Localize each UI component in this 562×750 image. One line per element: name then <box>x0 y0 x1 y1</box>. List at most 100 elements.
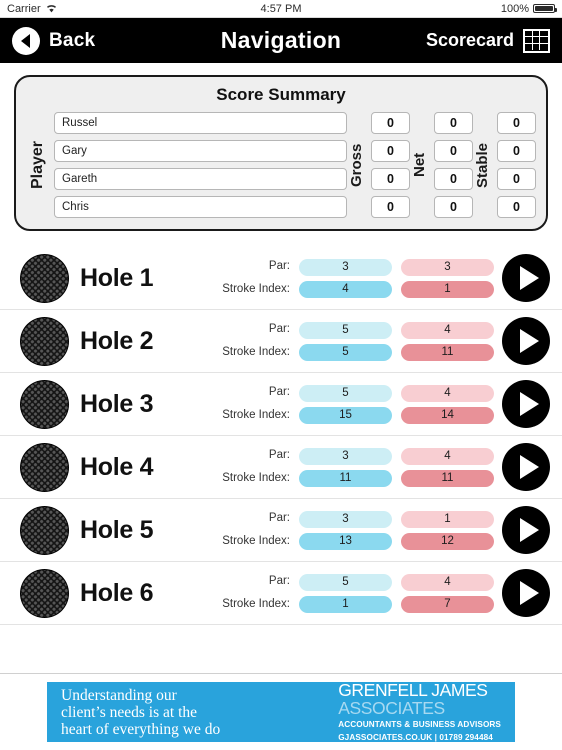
stroke-index-label: Stroke Index: <box>222 346 290 358</box>
net-score-box[interactable]: 0 <box>434 112 473 134</box>
red-par-pill: 4 <box>401 573 494 591</box>
ad-brand-line2: ASSOCIATES <box>338 698 445 718</box>
net-score-box[interactable]: 0 <box>434 168 473 190</box>
hole-name-label: Hole 3 <box>80 389 154 418</box>
grid-icon <box>523 28 550 53</box>
hole-row[interactable]: Hole 3 Par: Stroke Index: 5 15 4 14 <box>0 373 562 436</box>
ad-copy: Understanding our client’s needs is at t… <box>61 687 220 738</box>
hole-row[interactable]: Hole 2 Par: Stroke Index: 5 5 4 11 <box>0 310 562 373</box>
golf-ball-icon <box>20 442 69 492</box>
hole-name-label: Hole 5 <box>80 515 154 544</box>
hole-row[interactable]: Hole 5 Par: Stroke Index: 3 13 1 12 <box>0 499 562 562</box>
stable-score-box[interactable]: 0 <box>497 196 536 218</box>
blue-tee-column: 51 <box>299 573 392 613</box>
status-bar-left: Carrier <box>7 3 57 15</box>
carrier-label: Carrier <box>7 2 41 15</box>
red-stroke-index-pill: 11 <box>401 343 494 361</box>
holes-list: Hole 1 Par: Stroke Index: 3 4 3 1 Hole 2 Par: Str… <box>0 247 562 625</box>
blue-par-pill: 3 <box>299 510 392 528</box>
hole-stat-labels: Par: Stroke Index: <box>222 510 290 550</box>
stable-column-label: Stable <box>474 142 491 188</box>
par-label: Par: <box>268 512 290 524</box>
blue-stroke-index-pill: 11 <box>299 469 392 487</box>
play-arrow-icon[interactable] <box>502 317 550 365</box>
net-column-label: Net <box>411 152 428 178</box>
advertisement-banner[interactable]: Understanding our client’s needs is at t… <box>47 680 515 742</box>
stroke-index-label: Stroke Index: <box>222 598 290 610</box>
hole-stats: Par: Stroke Index: 5 15 4 14 <box>222 384 494 424</box>
stable-score-box[interactable]: 0 <box>497 168 536 190</box>
hole-name-label: Hole 6 <box>80 578 154 607</box>
blue-stroke-index-pill: 13 <box>299 532 392 550</box>
par-label: Par: <box>268 575 290 587</box>
red-stroke-index-pill: 11 <box>401 469 494 487</box>
red-par-pill: 4 <box>401 384 494 402</box>
back-button[interactable]: Back <box>12 26 96 55</box>
par-label: Par: <box>268 260 290 272</box>
par-label: Par: <box>268 386 290 398</box>
hole-row[interactable]: Hole 6 Par: Stroke Index: 5 1 4 7 <box>0 562 562 625</box>
ad-subtitle-line1: ACCOUNTANTS & BUSINESS ADVISORS <box>338 720 501 729</box>
net-score-box[interactable]: 0 <box>434 140 473 162</box>
status-bar: Carrier 4:57 PM 100% <box>0 0 562 18</box>
golf-ball-icon <box>20 253 69 303</box>
hole-name-label: Hole 1 <box>80 263 154 292</box>
blue-stroke-index-pill: 1 <box>299 595 392 613</box>
golf-ball-icon <box>20 505 69 555</box>
hole-name-label: Hole 2 <box>80 326 154 355</box>
player-name-input[interactable]: Chris <box>54 196 347 218</box>
ad-brand-line1: GRENFELL JAMES <box>338 680 488 700</box>
gross-score-box[interactable]: 0 <box>371 168 410 190</box>
player-name-input[interactable]: Gary <box>54 140 347 162</box>
stable-score-box[interactable]: 0 <box>497 112 536 134</box>
player-name-input[interactable]: Russel <box>54 112 347 134</box>
red-tee-column: 4 11 <box>401 447 494 487</box>
blue-tee-column: 5 15 <box>299 384 392 424</box>
stroke-index-label: Stroke Index: <box>222 283 290 295</box>
blue-par-pill: 3 <box>299 447 392 465</box>
hole-row[interactable]: Hole 4 Par: Stroke Index: 3 11 4 11 <box>0 436 562 499</box>
blue-stroke-index-pill: 15 <box>299 406 392 424</box>
hole-stat-labels: Par: Stroke Index: <box>222 258 290 298</box>
hole-stat-labels: Par: Stroke Index: <box>222 573 290 613</box>
scorecard-button[interactable]: Scorecard <box>425 28 550 53</box>
score-summary-section: Score Summary Player Russel Gary Gareth … <box>0 63 562 231</box>
play-arrow-icon[interactable] <box>502 254 550 302</box>
player-names-column: Russel Gary Gareth Chris <box>54 112 347 218</box>
red-par-pill: 4 <box>401 447 494 465</box>
golf-ball-icon <box>20 568 69 618</box>
wifi-icon <box>46 4 57 13</box>
hole-stat-labels: Par: Stroke Index: <box>222 447 290 487</box>
hole-name-label: Hole 4 <box>80 452 154 481</box>
net-column: 0 0 0 0 <box>434 112 473 218</box>
stroke-index-label: Stroke Index: <box>222 535 290 547</box>
back-arrow-icon <box>12 26 40 55</box>
back-button-label: Back <box>49 29 96 51</box>
gross-score-box[interactable]: 0 <box>371 196 410 218</box>
status-bar-time: 4:57 PM <box>260 2 302 15</box>
play-arrow-icon[interactable] <box>502 380 550 428</box>
net-score-box[interactable]: 0 <box>434 196 473 218</box>
stable-score-box[interactable]: 0 <box>497 140 536 162</box>
blue-par-pill: 3 <box>299 258 392 276</box>
blue-stroke-index-pill: 5 <box>299 343 392 361</box>
ad-subtitle-line2: GJASSOCIATES.CO.UK | 01789 294484 <box>338 733 493 742</box>
player-name-input[interactable]: Gareth <box>54 168 347 190</box>
stroke-index-label: Stroke Index: <box>222 472 290 484</box>
battery-percent-label: 100% <box>500 2 529 15</box>
advertisement-bar: Understanding our client’s needs is at t… <box>0 673 562 750</box>
hole-stats: Par: Stroke Index: 3 11 4 11 <box>222 447 494 487</box>
play-arrow-icon[interactable] <box>502 569 550 617</box>
gross-score-box[interactable]: 0 <box>371 140 410 162</box>
red-tee-column: 47 <box>401 573 494 613</box>
hole-stats: Par: Stroke Index: 5 1 4 7 <box>222 573 494 613</box>
hole-row[interactable]: Hole 1 Par: Stroke Index: 3 4 3 1 <box>0 247 562 310</box>
gross-score-box[interactable]: 0 <box>371 112 410 134</box>
play-arrow-icon[interactable] <box>502 506 550 554</box>
hole-stat-labels: Par: Stroke Index: <box>222 321 290 361</box>
ad-copy-line1: Understanding our <box>61 686 177 704</box>
scorecard-button-label: Scorecard <box>425 30 514 50</box>
blue-stroke-index-pill: 4 <box>299 280 392 298</box>
play-arrow-icon[interactable] <box>502 443 550 491</box>
par-label: Par: <box>268 323 290 335</box>
